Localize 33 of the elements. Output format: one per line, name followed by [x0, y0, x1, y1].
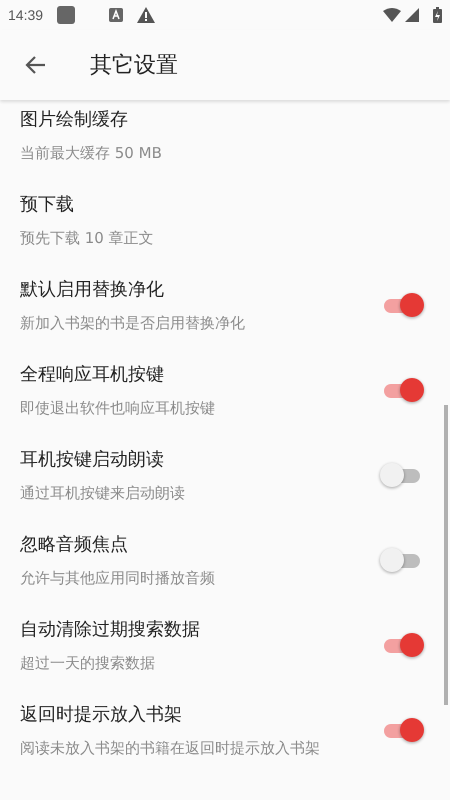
notification-icon: [57, 5, 76, 25]
setting-title: 自动清除过期搜索数据: [20, 618, 201, 642]
wifi-icon: [383, 8, 401, 22]
keyboard-icon: [109, 8, 124, 22]
setting-summary: 当前最大缓存 50 MB: [20, 143, 163, 164]
setting-summary: 超过一天的搜索数据: [20, 653, 156, 674]
setting-row[interactable]: 耳机按键启动朗读 通过耳机按键来启动朗读: [0, 434, 450, 519]
setting-summary: 阅读未放入书架的书籍在返回时提示放入书架: [20, 738, 321, 760]
setting-row[interactable]: 忽略音频焦点 允许与其他应用同时播放音频: [0, 519, 450, 604]
setting-title: 返回时提示放入书架: [20, 703, 183, 726]
setting-row[interactable]: 自动清除过期搜索数据 超过一天的搜索数据: [0, 604, 450, 689]
setting-row[interactable]: 默认启用替换净化 新加入书架的书是否启用替换净化: [0, 264, 450, 349]
setting-row[interactable]: 预下载 预先下载 10 章正文: [0, 179, 450, 264]
setting-title: 图片绘制缓存: [20, 108, 129, 132]
setting-row[interactable]: 图片绘制缓存 当前最大缓存 50 MB: [0, 100, 450, 179]
signal-icon: [405, 8, 419, 22]
status-time: 14:39: [8, 7, 44, 23]
page-title: 其它设置: [90, 52, 178, 80]
setting-summary: 新加入书架的书是否启用替换净化: [20, 313, 246, 334]
setting-title: 默认启用替换净化: [20, 278, 165, 302]
setting-title: 预下载: [20, 193, 75, 216]
setting-summary: 通过耳机按键来启动朗读: [20, 483, 186, 504]
setting-row[interactable]: 返回时提示放入书架 阅读未放入书架的书籍在返回时提示放入书架: [0, 689, 450, 774]
setting-title: 全程响应耳机按键: [20, 363, 165, 386]
setting-summary: 允许与其他应用同时播放音频: [20, 568, 216, 590]
back-arrow-icon: [24, 55, 46, 75]
setting-summary: 预先下载 10 章正文: [20, 228, 155, 250]
setting-row[interactable]: 全程响应耳机按键 即使退出软件也响应耳机按键: [0, 349, 450, 434]
warning-icon: [137, 7, 156, 23]
setting-summary: 即使退出软件也响应耳机按键: [20, 398, 216, 420]
battery-icon: [433, 7, 442, 23]
setting-title: 忽略音频焦点: [20, 533, 129, 556]
setting-title: 耳机按键启动朗读: [20, 448, 165, 472]
